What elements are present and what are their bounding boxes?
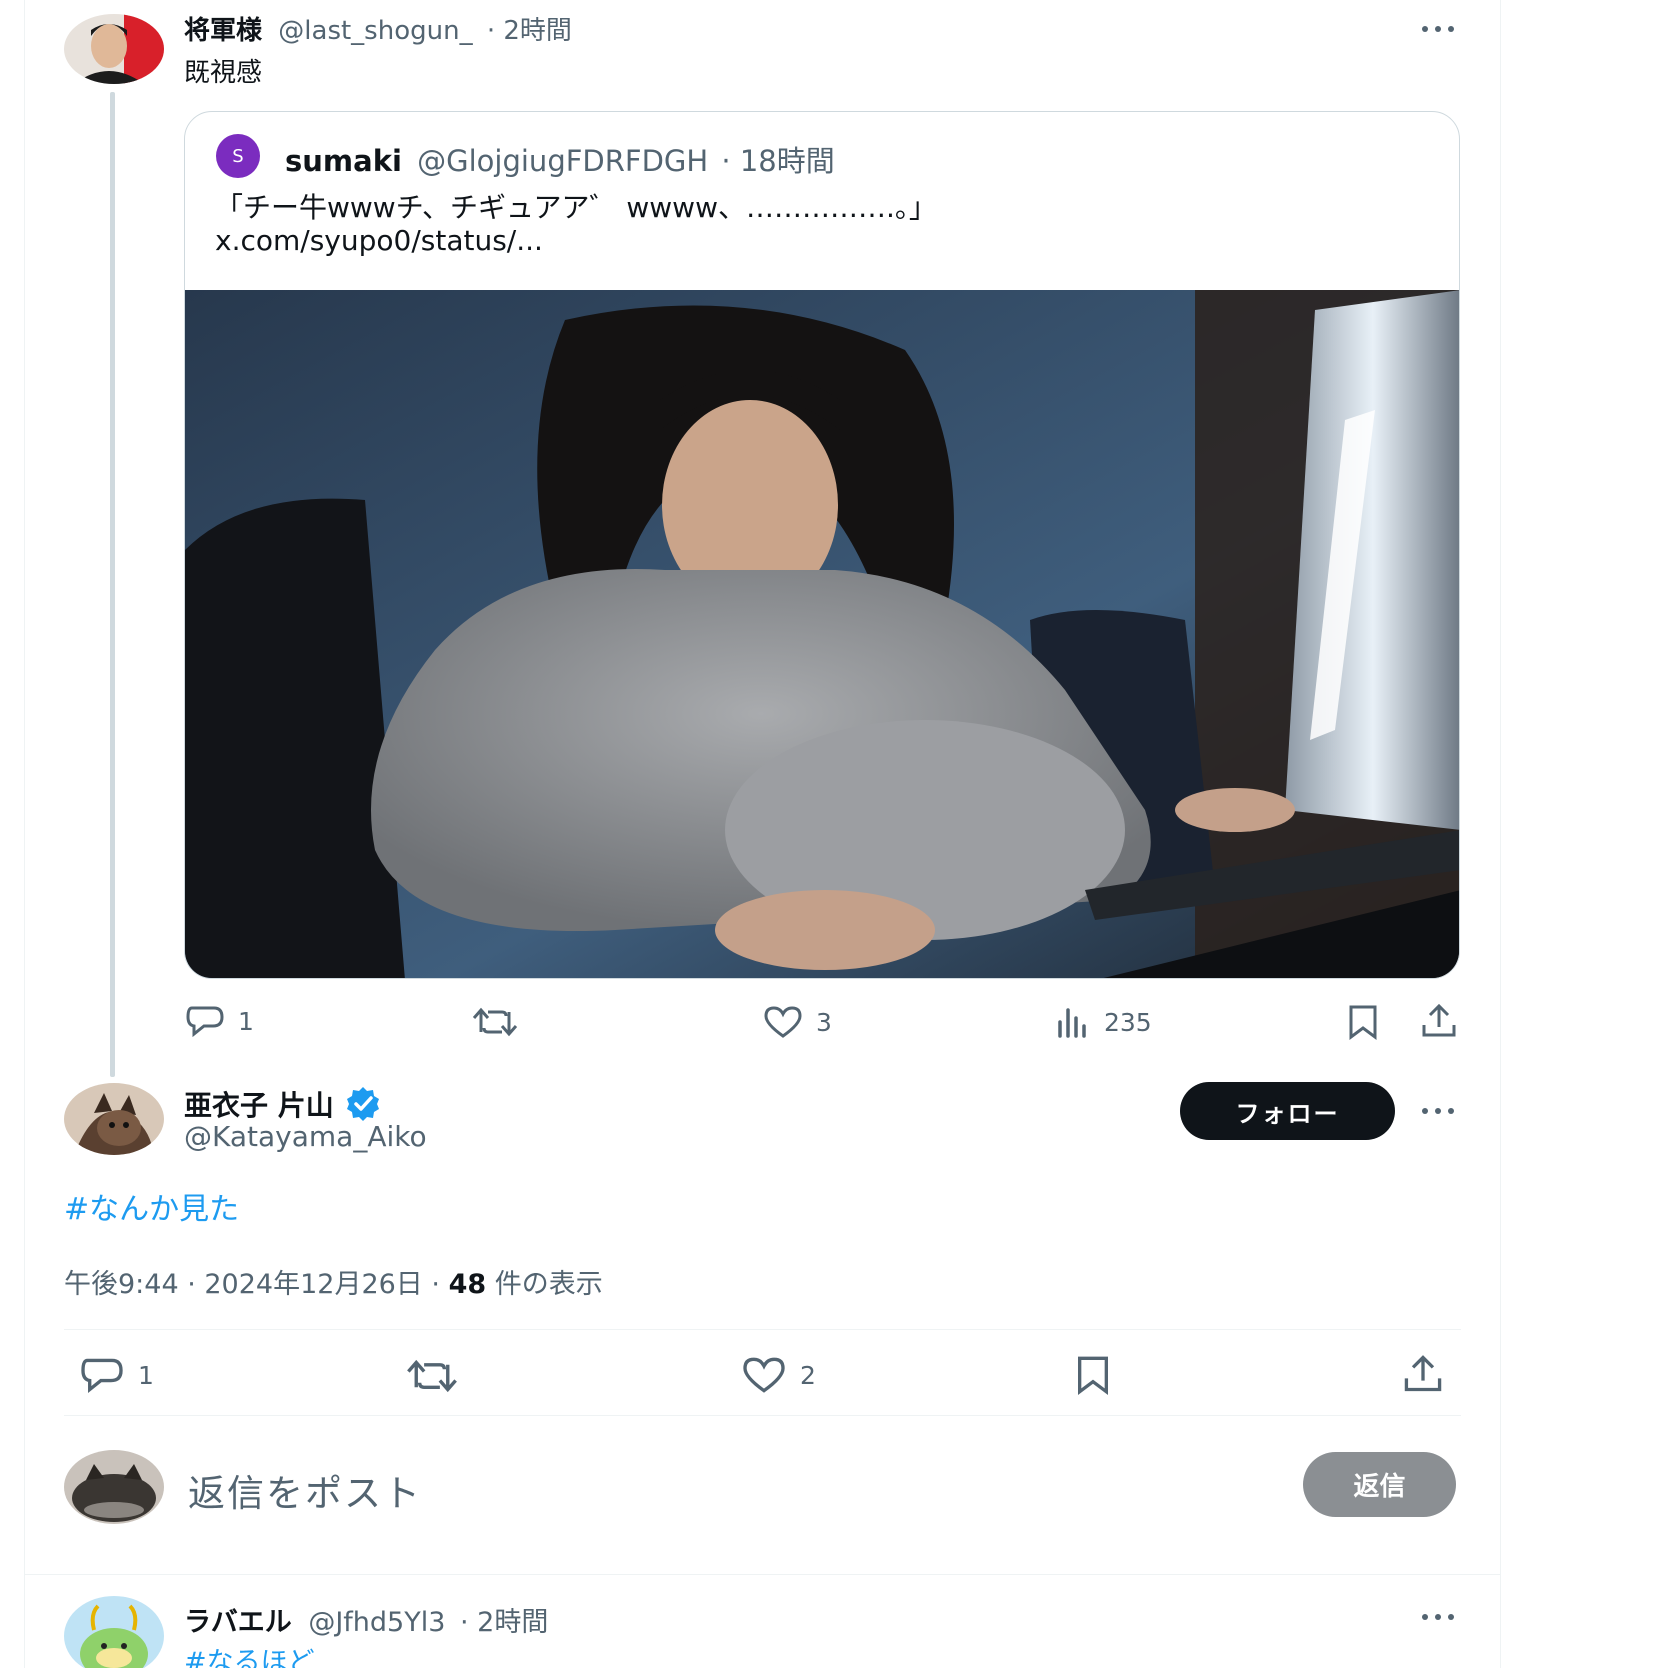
divider bbox=[64, 1415, 1461, 1416]
post-header: 将軍様 @last_shogun_ · 2時間 bbox=[184, 10, 572, 47]
quoted-avatar: S bbox=[216, 134, 260, 178]
avatar[interactable] bbox=[64, 14, 164, 84]
reply-button[interactable]: 1 bbox=[184, 1004, 254, 1038]
quoted-time: · 18時間 bbox=[721, 144, 835, 178]
quoted-author-name: sumaki bbox=[285, 144, 402, 178]
quoted-header: sumaki @GlojgiugFDRFDGH · 18時間 bbox=[285, 138, 835, 180]
more-options-button[interactable] bbox=[1416, 1101, 1460, 1121]
dot-icon bbox=[1422, 1614, 1428, 1620]
reply-submit-button[interactable]: 返信 bbox=[1303, 1452, 1456, 1517]
dot-icon bbox=[1422, 1108, 1428, 1114]
reply-input[interactable]: 返信をポスト bbox=[188, 1463, 422, 1517]
like-button[interactable]: 2 bbox=[740, 1356, 816, 1394]
heart-icon bbox=[743, 1357, 785, 1393]
dot-icon bbox=[1435, 26, 1441, 32]
dot-icon bbox=[1448, 1614, 1454, 1620]
views-number: 48 bbox=[448, 1269, 487, 1300]
post-time[interactable]: · 2時間 bbox=[487, 16, 572, 46]
dot-icon bbox=[1435, 1614, 1441, 1620]
author-row: 亜衣子 片山 bbox=[184, 1084, 382, 1124]
quoted-text: 「チー牛wwwチ、チギュアア゛ wwww、…………….。」 bbox=[215, 191, 937, 224]
author-name[interactable]: ラバエル bbox=[184, 1607, 292, 1638]
thread-connector bbox=[110, 92, 115, 1077]
like-count: 2 bbox=[800, 1360, 816, 1390]
hashtag-link[interactable]: #なるほど bbox=[184, 1640, 315, 1668]
reply-count: 1 bbox=[238, 1006, 254, 1036]
post-time[interactable]: · 2時間 bbox=[460, 1607, 548, 1638]
views-label: 件の表示 bbox=[486, 1269, 603, 1300]
avatar[interactable] bbox=[64, 1083, 164, 1155]
quoted-link[interactable]: x.com/syupo0/status/... bbox=[215, 224, 543, 257]
bookmark-icon bbox=[1078, 1356, 1108, 1395]
post-text: 既視感 bbox=[184, 58, 263, 88]
views-count: 235 bbox=[1104, 1007, 1152, 1037]
avatar[interactable] bbox=[64, 1450, 164, 1524]
views-button[interactable]: 235 bbox=[1056, 1006, 1152, 1038]
reply-icon bbox=[186, 1006, 224, 1038]
quoted-author-handle: @GlojgiugFDRFDGH bbox=[417, 144, 709, 178]
reply-button[interactable]: 1 bbox=[78, 1356, 154, 1394]
reply-count: 1 bbox=[138, 1360, 154, 1390]
repost-icon bbox=[472, 1007, 518, 1037]
dot-icon bbox=[1448, 26, 1454, 32]
bookmark-button[interactable] bbox=[1346, 1004, 1380, 1040]
verified-badge-icon bbox=[346, 1087, 379, 1121]
repost-button[interactable] bbox=[472, 1006, 530, 1038]
bookmark-icon bbox=[1349, 1005, 1377, 1040]
like-button[interactable]: 3 bbox=[762, 1005, 832, 1039]
divider bbox=[24, 1574, 1501, 1575]
dot-icon bbox=[1422, 26, 1428, 32]
share-button[interactable] bbox=[1402, 1354, 1444, 1394]
share-button[interactable] bbox=[1420, 1003, 1458, 1039]
dot-icon bbox=[1448, 1108, 1454, 1114]
quoted-photo[interactable] bbox=[185, 290, 1459, 978]
repost-icon bbox=[407, 1359, 457, 1393]
bookmark-button[interactable] bbox=[1074, 1355, 1112, 1395]
post-timestamp[interactable]: 午後9:44 · 2024年12月26日 · bbox=[64, 1269, 449, 1300]
share-icon bbox=[1404, 1355, 1442, 1392]
avatar-letter: S bbox=[232, 145, 244, 167]
author-name[interactable]: 亜衣子 片山 bbox=[184, 1084, 334, 1124]
chart-icon bbox=[1058, 1008, 1086, 1038]
post-header: ラバエル @Jfhd5Yl3 · 2時間 bbox=[184, 1600, 548, 1639]
reply-icon bbox=[81, 1358, 123, 1394]
heart-icon bbox=[764, 1006, 802, 1038]
hashtag-link[interactable]: #なんか見た bbox=[64, 1184, 239, 1228]
follow-button[interactable]: フォロー bbox=[1180, 1082, 1395, 1140]
author-handle[interactable]: @Katayama_Aiko bbox=[184, 1120, 427, 1153]
quoted-post-card[interactable]: S sumaki @GlojgiugFDRFDGH · 18時間 「チー牛www… bbox=[184, 111, 1460, 979]
more-options-button[interactable] bbox=[1416, 1607, 1460, 1627]
author-handle[interactable]: @last_shogun_ bbox=[278, 16, 472, 46]
post-meta: 午後9:44 · 2024年12月26日 · 48 件の表示 bbox=[64, 1262, 603, 1301]
more-options-button[interactable] bbox=[1416, 19, 1460, 39]
share-icon bbox=[1422, 1003, 1456, 1037]
avatar[interactable] bbox=[64, 1596, 164, 1668]
divider bbox=[64, 1329, 1461, 1330]
repost-button[interactable] bbox=[406, 1358, 470, 1394]
dot-icon bbox=[1435, 1108, 1441, 1114]
author-handle[interactable]: @Jfhd5Yl3 bbox=[308, 1607, 445, 1638]
author-name[interactable]: 将軍様 bbox=[184, 16, 262, 46]
like-count: 3 bbox=[816, 1007, 832, 1037]
